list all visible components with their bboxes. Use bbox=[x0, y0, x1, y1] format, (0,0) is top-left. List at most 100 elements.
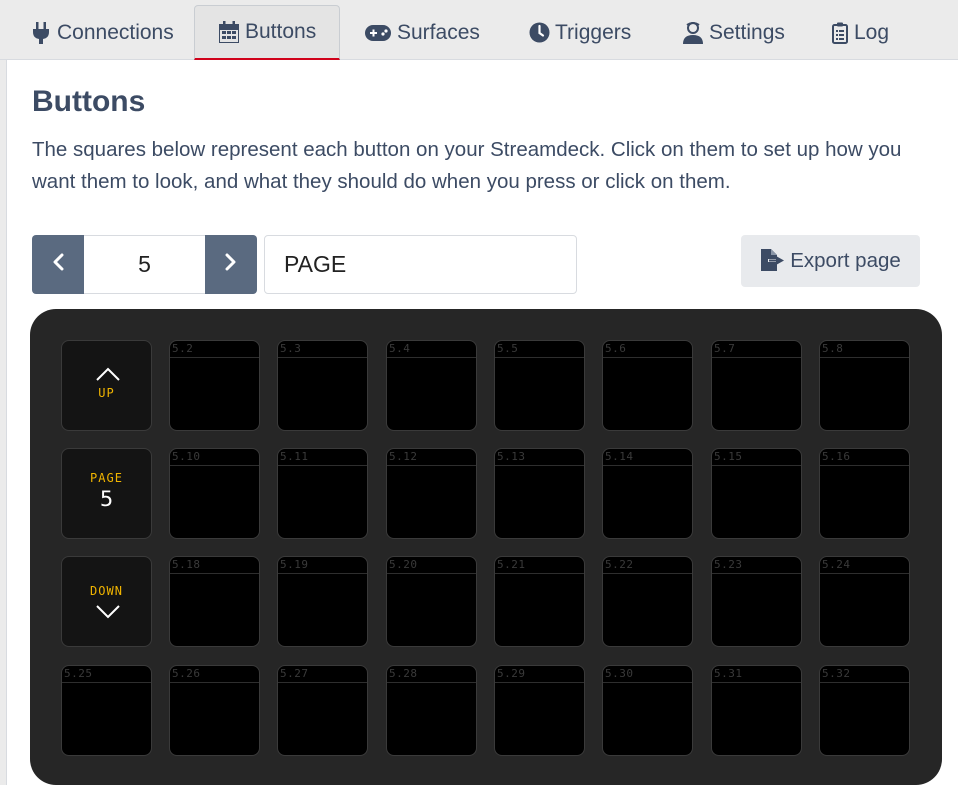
key-location-label: 5.6 bbox=[605, 342, 627, 355]
streamdeck-key[interactable]: 5.20 bbox=[386, 556, 477, 647]
key-divider bbox=[387, 465, 476, 466]
streamdeck-key[interactable]: 5.13 bbox=[494, 448, 585, 539]
key-divider bbox=[495, 357, 584, 358]
key-location-label: 5.2 bbox=[172, 342, 194, 355]
page-title: Buttons bbox=[32, 85, 146, 118]
key-divider bbox=[603, 465, 692, 466]
chevron-up-icon bbox=[96, 367, 120, 381]
tab-surfaces[interactable]: Surfaces bbox=[364, 5, 480, 60]
key-divider bbox=[278, 357, 367, 358]
tab-label: Triggers bbox=[555, 20, 632, 44]
streamdeck-key[interactable]: 5.6 bbox=[602, 340, 693, 431]
key-divider bbox=[62, 682, 151, 683]
streamdeck-key[interactable]: 5.32 bbox=[819, 665, 910, 756]
key-divider bbox=[712, 465, 801, 466]
tab-log[interactable]: Log bbox=[831, 5, 889, 60]
streamdeck-key[interactable]: 5.19 bbox=[277, 556, 368, 647]
key-divider bbox=[820, 573, 909, 574]
streamdeck-key[interactable]: 5.29 bbox=[494, 665, 585, 756]
key-location-label: 5.28 bbox=[389, 667, 418, 680]
streamdeck-key[interactable]: 5.2 bbox=[169, 340, 260, 431]
streamdeck-key[interactable]: 5.15 bbox=[711, 448, 802, 539]
next-page-button[interactable] bbox=[205, 235, 257, 294]
key-divider bbox=[603, 357, 692, 358]
gamepad-icon bbox=[364, 22, 392, 44]
plug-icon bbox=[30, 21, 52, 44]
key-divider bbox=[603, 682, 692, 683]
key-divider bbox=[495, 682, 584, 683]
tab-buttons[interactable]: Buttons bbox=[194, 5, 340, 60]
streamdeck-key[interactable]: 5.14 bbox=[602, 448, 693, 539]
key-location-label: 5.11 bbox=[280, 450, 309, 463]
tab-settings[interactable]: Settings bbox=[682, 5, 785, 60]
key-divider bbox=[387, 357, 476, 358]
key-divider bbox=[170, 465, 259, 466]
key-location-label: 5.10 bbox=[172, 450, 201, 463]
key-location-label: 5.21 bbox=[497, 558, 526, 571]
key-location-label: 5.32 bbox=[822, 667, 851, 680]
streamdeck-key[interactable]: 5.30 bbox=[602, 665, 693, 756]
streamdeck-key[interactable]: 5.26 bbox=[169, 665, 260, 756]
tab-label: Settings bbox=[709, 20, 785, 44]
key-location-label: 5.23 bbox=[714, 558, 743, 571]
export-page-label: Export page bbox=[790, 249, 901, 272]
streamdeck-button-grid: UP PAGE 5 DOWN 5.2 5.3 5.4 5.5 5.6 5.7 5.8 5.10… bbox=[30, 309, 942, 785]
streamdeck-key[interactable]: 5.23 bbox=[711, 556, 802, 647]
streamdeck-key[interactable]: 5.31 bbox=[711, 665, 802, 756]
down-label: DOWN bbox=[90, 584, 123, 598]
clipboard-list-icon bbox=[831, 22, 849, 44]
clock-icon bbox=[528, 22, 550, 44]
key-divider bbox=[387, 682, 476, 683]
key-divider bbox=[712, 357, 801, 358]
tab-label: Log bbox=[854, 20, 890, 44]
key-divider bbox=[278, 682, 367, 683]
page-indicator-key[interactable]: PAGE 5 bbox=[61, 448, 152, 539]
streamdeck-key[interactable]: 5.8 bbox=[819, 340, 910, 431]
tab-connections[interactable]: Connections bbox=[30, 5, 174, 60]
chevron-down-icon bbox=[96, 605, 120, 619]
streamdeck-key[interactable]: 5.7 bbox=[711, 340, 802, 431]
export-page-button[interactable]: Export page bbox=[741, 235, 920, 287]
streamdeck-key[interactable]: 5.3 bbox=[277, 340, 368, 431]
streamdeck-key[interactable]: 5.5 bbox=[494, 340, 585, 431]
streamdeck-key[interactable]: 5.11 bbox=[277, 448, 368, 539]
streamdeck-key[interactable]: 5.27 bbox=[277, 665, 368, 756]
key-location-label: 5.22 bbox=[605, 558, 634, 571]
key-divider bbox=[495, 465, 584, 466]
tab-triggers[interactable]: Triggers bbox=[528, 5, 631, 60]
key-location-label: 5.14 bbox=[605, 450, 634, 463]
streamdeck-key[interactable]: 5.4 bbox=[386, 340, 477, 431]
tab-label: Buttons bbox=[245, 20, 317, 43]
streamdeck-key[interactable]: 5.28 bbox=[386, 665, 477, 756]
key-location-label: 5.19 bbox=[280, 558, 309, 571]
key-location-label: 5.4 bbox=[389, 342, 411, 355]
key-location-label: 5.13 bbox=[497, 450, 526, 463]
key-divider bbox=[278, 465, 367, 466]
page-up-key[interactable]: UP bbox=[61, 340, 152, 431]
streamdeck-key[interactable]: 5.16 bbox=[819, 448, 910, 539]
streamdeck-key[interactable]: 5.12 bbox=[386, 448, 477, 539]
tab-label: Surfaces bbox=[397, 20, 480, 44]
key-location-label: 5.31 bbox=[714, 667, 743, 680]
page-key-label: PAGE bbox=[90, 471, 123, 485]
key-location-label: 5.29 bbox=[497, 667, 526, 680]
key-location-label: 5.18 bbox=[172, 558, 201, 571]
streamdeck-key[interactable]: 5.25 bbox=[61, 665, 152, 756]
key-divider bbox=[820, 465, 909, 466]
streamdeck-key[interactable]: 5.22 bbox=[602, 556, 693, 647]
key-location-label: 5.8 bbox=[822, 342, 844, 355]
key-location-label: 5.12 bbox=[389, 450, 418, 463]
streamdeck-key[interactable]: 5.10 bbox=[169, 448, 260, 539]
streamdeck-key[interactable]: 5.18 bbox=[169, 556, 260, 647]
key-divider bbox=[712, 573, 801, 574]
key-location-label: 5.3 bbox=[280, 342, 302, 355]
page-down-key[interactable]: DOWN bbox=[61, 556, 152, 647]
page-number-input[interactable]: 5 bbox=[84, 235, 205, 294]
streamdeck-key[interactable]: 5.24 bbox=[819, 556, 910, 647]
streamdeck-key[interactable]: 5.21 bbox=[494, 556, 585, 647]
page-name-input[interactable]: PAGE bbox=[264, 235, 577, 294]
key-location-label: 5.5 bbox=[497, 342, 519, 355]
key-location-label: 5.24 bbox=[822, 558, 851, 571]
previous-page-button[interactable] bbox=[32, 235, 84, 294]
key-location-label: 5.16 bbox=[822, 450, 851, 463]
